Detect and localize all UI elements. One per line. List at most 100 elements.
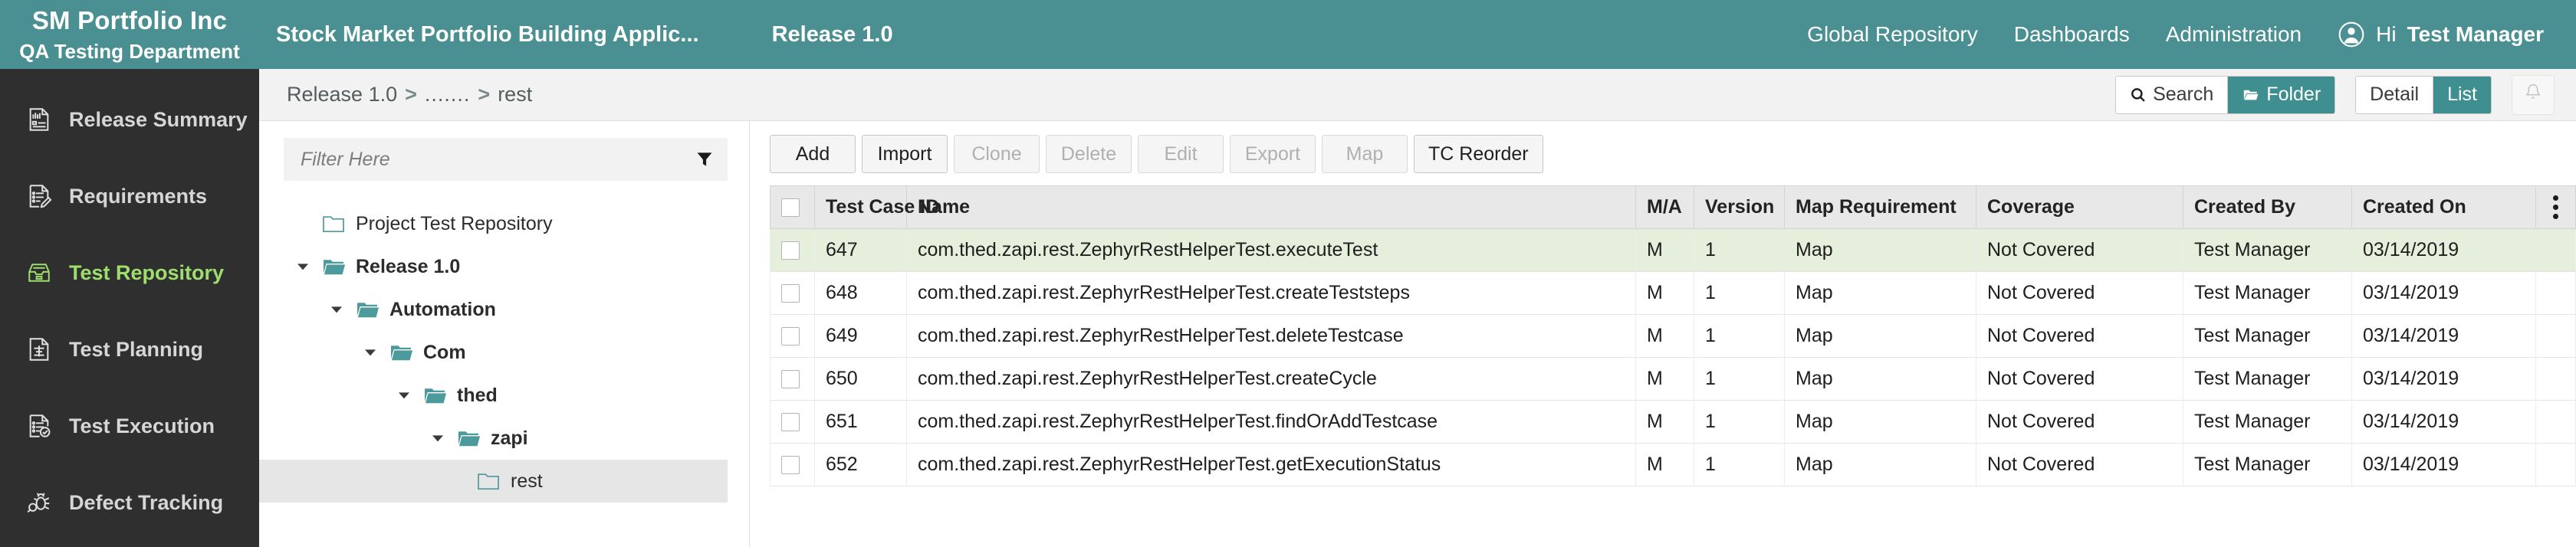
col-header-test-case-id[interactable]: Test Case ID [814, 185, 939, 229]
sidebar-item-test-repository[interactable]: Test Repository [0, 234, 259, 311]
cell-map-requirement-link[interactable]: Map [1784, 443, 1976, 486]
add-button[interactable]: Add [770, 135, 856, 173]
table-row[interactable]: 647 com.thed.zapi.rest.ZephyrRestHelperT… [770, 228, 2576, 272]
notifications-button[interactable] [2512, 74, 2555, 115]
breadcrumb-item-release[interactable]: Release 1.0 [287, 83, 397, 106]
row-select-cell [770, 314, 815, 358]
col-header-ma[interactable]: M/A [1635, 185, 1694, 229]
user-circle-icon [2338, 21, 2365, 48]
cell-row-menu [2535, 357, 2576, 401]
bug-magnifier-icon [26, 490, 52, 516]
sidebar-item-release-summary[interactable]: Release Summary [0, 81, 259, 158]
tree-nodes: Project Test Repository Release 1.0 Auto… [259, 202, 728, 503]
release-name[interactable]: Release 1.0 [772, 22, 893, 47]
funnel-icon[interactable] [695, 150, 714, 169]
tree-node-thed[interactable]: thed [284, 374, 728, 417]
import-button[interactable]: Import [862, 135, 948, 173]
col-header-created-on[interactable]: Created On [2351, 185, 2536, 229]
row-checkbox[interactable] [781, 369, 800, 388]
cell-map-requirement-link[interactable]: Map [1784, 314, 1976, 358]
row-checkbox[interactable] [781, 283, 800, 303]
cell-created-by: Test Manager [2183, 400, 2352, 444]
cell-name-link[interactable]: com.thed.zapi.rest.ZephyrRestHelperTest.… [906, 271, 1636, 315]
folder-open-icon [2242, 87, 2260, 103]
tree-node-label: rest [511, 470, 543, 492]
user-menu[interactable]: Hi Test Manager [2338, 21, 2544, 48]
cell-ma: M [1635, 271, 1694, 315]
caret-down-icon[interactable] [396, 391, 412, 400]
col-header-version[interactable]: Version [1694, 185, 1785, 229]
sidebar-item-test-planning[interactable]: Test Planning [0, 311, 259, 388]
filter-input[interactable] [301, 148, 695, 171]
tree-node-project-test-repository[interactable]: Project Test Repository [284, 202, 728, 245]
tree-node-zapi[interactable]: zapi [284, 417, 728, 460]
tree-node-rest[interactable]: rest [259, 460, 728, 503]
detail-view-button[interactable]: Detail [2356, 76, 2434, 113]
cell-created-on: 03/14/2019 [2351, 357, 2536, 401]
col-header-created-by[interactable]: Created By [2183, 185, 2352, 229]
cell-name-link[interactable]: com.thed.zapi.rest.ZephyrRestHelperTest.… [906, 314, 1636, 358]
sidebar-item-requirements[interactable]: Requirements [0, 158, 259, 234]
col-header-coverage[interactable]: Coverage [1976, 185, 2183, 229]
row-checkbox[interactable] [781, 241, 800, 260]
nav-link-administration[interactable]: Administration [2166, 22, 2302, 47]
search-toggle-button[interactable]: Search [2116, 76, 2229, 113]
cell-row-menu [2535, 228, 2576, 272]
cell-created-on: 03/14/2019 [2351, 314, 2536, 358]
tree-node-release-1-0[interactable]: Release 1.0 [284, 245, 728, 288]
row-checkbox[interactable] [781, 412, 800, 431]
clone-button: Clone [954, 135, 1040, 173]
tree-node-label: Release 1.0 [356, 255, 461, 277]
caret-down-icon[interactable] [328, 305, 345, 314]
cell-name-link[interactable]: com.thed.zapi.rest.ZephyrRestHelperTest.… [906, 443, 1636, 486]
cell-name-link[interactable]: com.thed.zapi.rest.ZephyrRestHelperTest.… [906, 357, 1636, 401]
sidebar-item-label: Test Repository [69, 260, 225, 284]
tree-node-automation[interactable]: Automation [284, 288, 728, 331]
table-row[interactable]: 650 com.thed.zapi.rest.ZephyrRestHelperT… [770, 357, 2576, 401]
caret-down-icon[interactable] [294, 262, 311, 271]
col-header-name[interactable]: Name [906, 185, 1636, 229]
tree-node-com[interactable]: Com [284, 331, 728, 374]
cell-test-case-id: 652 [814, 443, 907, 486]
left-sidebar: Release Summary Requirements Test Reposi… [0, 69, 259, 547]
folder-open-icon [457, 428, 480, 448]
cell-name-link[interactable]: com.thed.zapi.rest.ZephyrRestHelperTest.… [906, 228, 1636, 272]
sidebar-item-test-execution[interactable]: Test Execution [0, 388, 259, 464]
table-row[interactable]: 649 com.thed.zapi.rest.ZephyrRestHelperT… [770, 314, 2576, 358]
row-checkbox[interactable] [781, 326, 800, 346]
tc-reorder-button[interactable]: TC Reorder [1414, 135, 1543, 173]
row-checkbox[interactable] [781, 455, 800, 474]
cell-name-link[interactable]: com.thed.zapi.rest.ZephyrRestHelperTest.… [906, 400, 1636, 444]
table-row[interactable]: 652 com.thed.zapi.rest.ZephyrRestHelperT… [770, 443, 2576, 486]
table-row[interactable]: 651 com.thed.zapi.rest.ZephyrRestHelperT… [770, 400, 2576, 444]
caret-down-icon[interactable] [429, 434, 446, 443]
detail-list-toggle: Detail List [2355, 75, 2492, 114]
sidebar-item-defect-tracking[interactable]: Defect Tracking [0, 464, 259, 541]
cell-map-requirement-link[interactable]: Map [1784, 400, 1976, 444]
cell-map-requirement-link[interactable]: Map [1784, 228, 1976, 272]
folder-toggle-button[interactable]: Folder [2228, 76, 2335, 113]
cell-version: 1 [1694, 271, 1785, 315]
cell-coverage: Not Covered [1976, 400, 2183, 444]
nav-link-global-repository[interactable]: Global Repository [1807, 22, 1978, 47]
cell-ma: M [1635, 357, 1694, 401]
cell-map-requirement-link[interactable]: Map [1784, 357, 1976, 401]
table-row[interactable]: 648 com.thed.zapi.rest.ZephyrRestHelperT… [770, 271, 2576, 315]
planning-document-icon [26, 336, 52, 362]
nav-link-dashboards[interactable]: Dashboards [2014, 22, 2130, 47]
cell-version: 1 [1694, 443, 1785, 486]
select-all-checkbox[interactable] [781, 198, 800, 217]
kebab-menu-icon[interactable] [2544, 195, 2568, 219]
project-name[interactable]: Stock Market Portfolio Building Applic..… [276, 22, 699, 47]
cell-map-requirement-link[interactable]: Map [1784, 271, 1976, 315]
folder-open-icon [389, 342, 412, 362]
breadcrumb-item-current[interactable]: rest [498, 83, 532, 106]
grid-scroll-area[interactable]: Test Case ID Name M/A Version Map Requir… [770, 185, 2576, 547]
col-header-map-requirement[interactable]: Map Requirement [1784, 185, 1976, 229]
organization-department: QA Testing Department [19, 39, 240, 63]
sidebar-item-label: Requirements [69, 184, 208, 208]
caret-down-icon[interactable] [362, 348, 379, 357]
list-view-button[interactable]: List [2433, 76, 2491, 113]
breadcrumb-item-ellipsis[interactable]: ....... [425, 83, 471, 106]
breadcrumb-bar: Release 1.0 > ....... > rest Search Fold… [259, 69, 2576, 121]
